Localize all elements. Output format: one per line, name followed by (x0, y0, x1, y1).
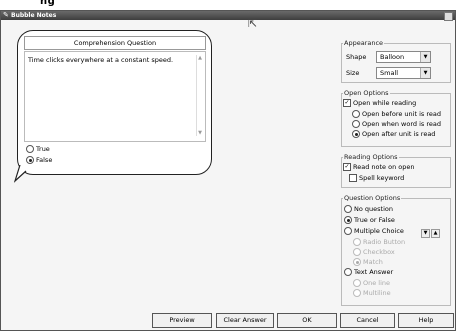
size-label: Size (346, 69, 360, 77)
balloon-tail (14, 165, 27, 183)
app-icon: ✎ (3, 11, 9, 19)
chevron-down-icon[interactable]: ▼ (420, 68, 430, 78)
open-after-option[interactable]: Open after unit is read (352, 130, 435, 139)
read-note-label: Read note on open (353, 163, 415, 171)
open-before-label: Open before unit is read (362, 110, 441, 118)
multiple-choice-label: Multiple Choice (354, 227, 404, 235)
caption-heading: ng (40, 0, 56, 7)
no-question-option[interactable]: No question (344, 205, 393, 214)
spell-keyword-checkbox[interactable] (349, 174, 357, 182)
multiline-radio (353, 289, 361, 297)
question-options-label: Question Options (343, 194, 402, 202)
move-up-icon[interactable]: ▲ (431, 229, 440, 238)
one-line-radio (353, 279, 361, 287)
radio-button-label: Radio Button (363, 238, 406, 246)
multiple-choice-radio[interactable] (344, 227, 352, 235)
shape-select[interactable]: Balloon ▼ (376, 51, 431, 63)
open-when-radio[interactable] (352, 120, 360, 128)
question-text: Time clicks everywhere at a constant spe… (28, 56, 174, 64)
question-title-text: Comprehension Question (73, 39, 157, 47)
ok-button[interactable]: OK (277, 313, 337, 328)
question-title-field[interactable]: Comprehension Question (24, 36, 206, 50)
cancel-button[interactable]: Cancel (340, 313, 395, 328)
radio-button-option: Radio Button (353, 238, 405, 247)
no-question-label: No question (354, 205, 393, 213)
no-question-radio[interactable] (344, 205, 352, 213)
preview-button[interactable]: Preview (152, 313, 212, 328)
open-after-label: Open after unit is read (362, 130, 436, 138)
shape-value: Balloon (380, 53, 405, 61)
open-before-option[interactable]: Open before unit is read (352, 110, 441, 119)
open-after-radio[interactable] (352, 130, 360, 138)
read-note-checkbox[interactable]: ✓ (343, 163, 351, 171)
open-while-reading-option[interactable]: ✓ Open while reading (343, 99, 416, 108)
open-when-label: Open when word is read (362, 120, 441, 128)
answer-true-radio[interactable] (26, 145, 34, 153)
chevron-down-icon[interactable]: ▼ (420, 52, 430, 62)
appearance-label: Appearance (343, 39, 385, 47)
radio-button-radio (353, 238, 361, 246)
text-answer-option[interactable]: Text Answer (344, 268, 393, 277)
clear-answer-button[interactable]: Clear Answer (216, 313, 274, 328)
multiline-option: Multiline (353, 289, 391, 298)
answer-true-label: True (36, 145, 50, 153)
answer-false-label: False (36, 156, 53, 164)
help-button[interactable]: Help (398, 313, 454, 328)
scroll-up-icon[interactable]: ▲ (197, 55, 203, 61)
size-value: Small (380, 69, 399, 77)
spell-keyword-label: Spell keyword (359, 174, 405, 182)
window-title: Bubble Notes (11, 12, 57, 19)
match-label: Match (363, 258, 383, 266)
open-options-label: Open Options (343, 89, 390, 97)
size-select[interactable]: Small ▼ (376, 67, 431, 79)
multiline-label: Multiline (363, 289, 391, 297)
shape-label: Shape (346, 53, 367, 61)
answer-false-option[interactable]: False (26, 156, 52, 165)
title-bar[interactable]: ✎ Bubble Notes (1, 11, 455, 21)
open-when-option[interactable]: Open when word is read (352, 120, 441, 129)
reading-options-group (341, 157, 451, 188)
spell-keyword-option[interactable]: Spell keyword (349, 174, 404, 183)
true-false-option[interactable]: True or False (344, 216, 395, 225)
scroll-down-icon[interactable]: ▼ (197, 130, 203, 136)
question-scrollbar[interactable]: ▲ ▼ (196, 55, 203, 136)
close-button[interactable] (444, 12, 453, 21)
match-radio (353, 258, 361, 266)
answer-true-option[interactable]: True (26, 145, 50, 154)
open-while-reading-checkbox[interactable]: ✓ (343, 99, 351, 107)
open-before-radio[interactable] (352, 110, 360, 118)
multiple-choice-option[interactable]: Multiple Choice (344, 227, 404, 236)
answer-false-radio[interactable] (26, 156, 34, 164)
mouse-cursor-icon: ⇱ (248, 17, 258, 30)
open-while-reading-label: Open while reading (353, 99, 417, 107)
one-line-option: One line (353, 279, 390, 288)
text-answer-radio[interactable] (344, 268, 352, 276)
read-note-option[interactable]: ✓ Read note on open (343, 163, 415, 172)
checkbox-type-label: Checkbox (363, 248, 395, 256)
one-line-label: One line (363, 279, 391, 287)
text-answer-label: Text Answer (354, 268, 394, 276)
move-down-icon[interactable]: ▼ (421, 229, 430, 238)
reading-options-label: Reading Options (343, 153, 399, 161)
match-option: Match (353, 258, 383, 267)
true-false-radio[interactable] (344, 216, 352, 224)
checkbox-type-radio (353, 248, 361, 256)
question-text-area[interactable]: Time clicks everywhere at a constant spe… (24, 51, 206, 142)
true-false-label: True or False (354, 216, 395, 224)
checkbox-option: Checkbox (353, 248, 395, 257)
